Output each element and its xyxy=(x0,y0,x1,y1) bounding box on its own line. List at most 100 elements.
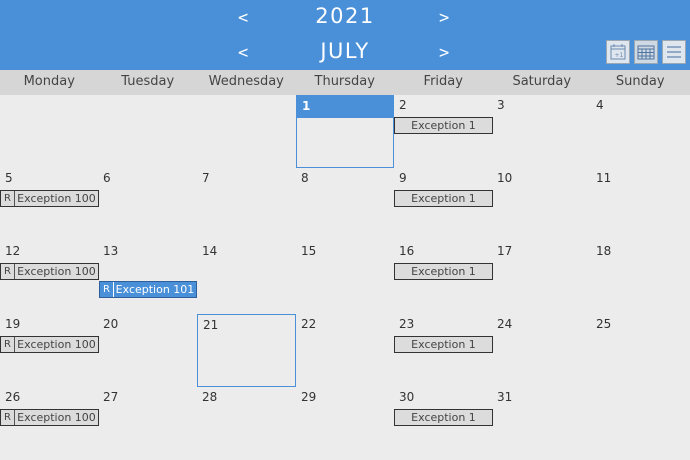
today-highlight-bar: 1 xyxy=(297,96,394,118)
day-number: 6 xyxy=(103,171,111,185)
weekday-header: Monday Tuesday Wednesday Thursday Friday… xyxy=(0,70,690,95)
day-cell[interactable]: 27 xyxy=(98,387,196,460)
day-cell-empty xyxy=(197,95,295,168)
event-chip-recurring[interactable]: R Exception 100 xyxy=(0,336,99,353)
day-number: 22 xyxy=(301,317,317,331)
day-cell[interactable]: 13 R Exception 101 xyxy=(98,241,197,314)
event-label: Exception 101 xyxy=(115,283,195,296)
month-view-button[interactable] xyxy=(634,40,658,64)
day-cell[interactable]: 5 R Exception 100 xyxy=(0,168,99,241)
day-number: 13 xyxy=(103,244,119,258)
day-cell[interactable]: 16 Exception 1 xyxy=(394,241,493,314)
day-cell[interactable]: 8 xyxy=(296,168,394,241)
day-number: 31 xyxy=(497,390,513,404)
day-cell[interactable]: 30 Exception 1 xyxy=(394,387,493,460)
day-cell[interactable]: 14 xyxy=(197,241,295,314)
calendar-day-icon: +1 xyxy=(610,44,626,60)
day-number: 2 xyxy=(399,98,407,112)
recurring-tag: R xyxy=(1,410,15,425)
calendar-header: < 2021 > < JULY > +1 xyxy=(0,0,690,70)
day-cell[interactable]: 25 xyxy=(591,314,690,387)
event-label: Exception 1 xyxy=(411,192,476,205)
day-view-button[interactable]: +1 xyxy=(606,40,630,64)
day-number: 19 xyxy=(5,317,21,331)
day-cell[interactable]: 19 R Exception 100 xyxy=(0,314,99,387)
weekday-wednesday: Wednesday xyxy=(208,74,284,89)
day-number: 10 xyxy=(497,171,513,185)
day-cell[interactable]: 12 R Exception 100 xyxy=(0,241,99,314)
day-cell[interactable]: 20 xyxy=(98,314,196,387)
weekday-saturday: Saturday xyxy=(512,74,572,89)
weekday-friday: Friday xyxy=(423,74,463,89)
day-cell[interactable]: 26 R Exception 100 xyxy=(0,387,99,460)
day-cell[interactable]: 11 xyxy=(591,168,690,241)
event-chip-recurring-selected[interactable]: R Exception 101 xyxy=(99,281,197,298)
day-number: 23 xyxy=(399,317,415,331)
day-cell[interactable]: 18 xyxy=(591,241,690,314)
event-chip[interactable]: Exception 1 xyxy=(394,263,493,280)
day-cell[interactable]: 3 xyxy=(492,95,590,168)
day-cell[interactable]: 28 xyxy=(197,387,295,460)
day-number: 5 xyxy=(5,171,13,185)
event-chip-recurring[interactable]: R Exception 100 xyxy=(0,190,99,207)
day-cell[interactable]: 17 xyxy=(492,241,590,314)
day-cell[interactable]: 2 Exception 1 xyxy=(394,95,493,168)
day-number: 9 xyxy=(399,171,407,185)
list-view-button[interactable] xyxy=(662,40,686,64)
day-number: 11 xyxy=(596,171,612,185)
day-number: 8 xyxy=(301,171,309,185)
list-view-icon xyxy=(667,46,681,58)
day-cell[interactable]: 31 xyxy=(492,387,590,460)
event-chip[interactable]: Exception 1 xyxy=(394,409,493,426)
day-number: 30 xyxy=(399,390,415,404)
svg-text:+1: +1 xyxy=(615,52,624,59)
day-cell[interactable]: 29 xyxy=(296,387,394,460)
event-chip[interactable]: Exception 1 xyxy=(394,190,493,207)
weekday-thursday: Thursday xyxy=(314,74,375,89)
day-number: 16 xyxy=(399,244,415,258)
day-cell[interactable]: 6 xyxy=(98,168,196,241)
event-label: Exception 100 xyxy=(17,192,96,205)
day-cell[interactable]: 15 xyxy=(296,241,394,314)
event-label: Exception 100 xyxy=(17,338,96,351)
recurring-tag: R xyxy=(1,337,15,352)
day-cell-today[interactable]: 1 xyxy=(296,95,394,168)
day-number: 27 xyxy=(103,390,119,404)
day-cell[interactable]: 24 xyxy=(492,314,590,387)
calendar-month-icon xyxy=(637,45,655,60)
event-label: Exception 1 xyxy=(411,411,476,424)
recurring-tag: R xyxy=(1,264,15,279)
day-number: 26 xyxy=(5,390,21,404)
event-chip-recurring[interactable]: R Exception 100 xyxy=(0,263,99,280)
day-cell-empty xyxy=(0,95,98,168)
day-cell[interactable]: 23 Exception 1 xyxy=(394,314,493,387)
event-chip[interactable]: Exception 1 xyxy=(394,336,493,353)
recurring-tag: R xyxy=(100,282,114,297)
event-label: Exception 100 xyxy=(17,265,96,278)
day-cell-empty xyxy=(591,387,690,460)
day-cell[interactable]: 9 Exception 1 xyxy=(394,168,493,241)
day-number: 1 xyxy=(302,99,311,113)
year-label: 2021 xyxy=(315,4,375,28)
day-cell-selected[interactable]: 21 xyxy=(197,314,296,387)
weekday-sunday: Sunday xyxy=(615,74,665,89)
day-number: 17 xyxy=(497,244,513,258)
day-cell[interactable]: 7 xyxy=(197,168,295,241)
day-number: 3 xyxy=(497,98,505,112)
day-cell[interactable]: 10 xyxy=(492,168,590,241)
next-year-button[interactable]: > xyxy=(439,8,449,28)
event-label: Exception 100 xyxy=(17,411,96,424)
day-number: 25 xyxy=(596,317,612,331)
day-number: 24 xyxy=(497,317,513,331)
event-chip[interactable]: Exception 1 xyxy=(394,117,493,134)
month-label: JULY xyxy=(320,39,370,63)
weekday-tuesday: Tuesday xyxy=(121,74,175,89)
event-label: Exception 1 xyxy=(411,338,476,351)
day-cell[interactable]: 22 xyxy=(296,314,394,387)
day-cell[interactable]: 4 xyxy=(591,95,690,168)
day-number: 15 xyxy=(301,244,317,258)
month-grid: 1 2 Exception 1 3 4 5 R Exception 100 6 … xyxy=(0,95,690,460)
day-number: 29 xyxy=(301,390,317,404)
next-month-button[interactable]: > xyxy=(439,43,449,63)
event-chip-recurring[interactable]: R Exception 100 xyxy=(0,409,99,426)
